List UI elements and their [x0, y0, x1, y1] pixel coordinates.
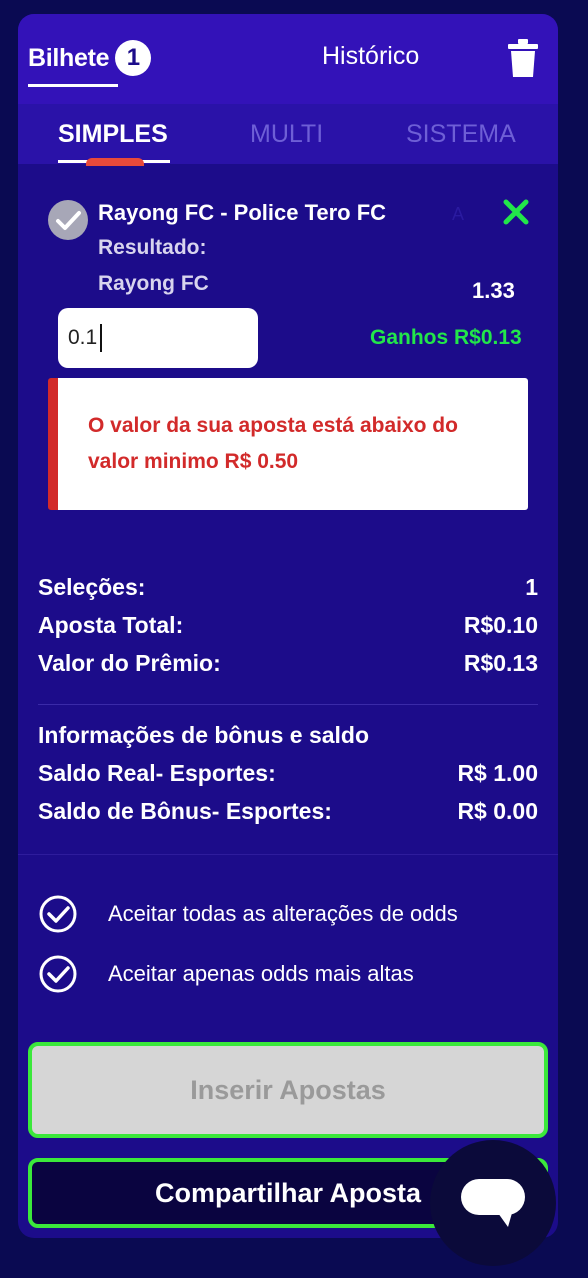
active-tab-underline: [28, 84, 118, 87]
bet-slip-header: Bilhete 1 Histórico: [18, 14, 558, 104]
min-stake-alert: O valor da sua aposta está abaixo do val…: [48, 378, 528, 510]
insert-bets-button[interactable]: Inserir Apostas: [28, 1042, 548, 1138]
saldo-bonus-row: Saldo de Bônus- Esportes: R$ 0.00: [38, 798, 538, 825]
bonus-info-header: Informações de bônus e saldo: [38, 722, 538, 749]
selecoes-value: 1: [525, 574, 538, 600]
chat-button[interactable]: [430, 1140, 556, 1266]
summary-selecoes: Seleções: 1: [38, 574, 538, 601]
accept-higher-odds-option[interactable]: Aceitar apenas odds mais altas: [38, 954, 414, 994]
saldo-real-row: Saldo Real- Esportes: R$ 1.00: [38, 760, 538, 787]
saldo-bonus-label: Saldo de Bônus- Esportes:: [38, 798, 332, 824]
tab-sistema[interactable]: SISTEMA: [406, 120, 516, 149]
divider: [18, 854, 558, 855]
checkbox-checked-icon[interactable]: [38, 954, 78, 994]
valor-premio-label: Valor do Prêmio:: [38, 650, 221, 676]
accept-higher-odds-label: Aceitar apenas odds mais altas: [108, 961, 414, 986]
tab-bilhete-label: Bilhete: [28, 43, 110, 72]
bet-type-tabs: SIMPLES MULTI SISTEMA: [18, 104, 558, 164]
aposta-total-label: Aposta Total:: [38, 612, 184, 638]
divider: [38, 704, 538, 705]
saldo-bonus-value: R$ 0.00: [457, 798, 538, 824]
bet-slip-panel: Bilhete 1 Histórico SIMPLES MULTI SISTEM…: [18, 14, 558, 1238]
checkbox-checked-icon[interactable]: [38, 894, 78, 934]
text-caret: [100, 324, 102, 352]
valor-premio-value: R$0.13: [463, 650, 538, 676]
selection-name: Rayong FC: [98, 272, 209, 295]
check-circle-icon: [48, 200, 88, 240]
accept-all-odds-label: Aceitar todas as alterações de odds: [108, 901, 458, 926]
selecoes-label: Seleções:: [38, 574, 146, 600]
tab-simples[interactable]: SIMPLES: [58, 120, 168, 149]
chat-icon: [461, 1179, 525, 1227]
match-marker: A: [452, 204, 465, 224]
market-label: Resultado:: [98, 236, 207, 259]
tab-multi[interactable]: MULTI: [250, 120, 323, 149]
trash-icon[interactable]: [508, 38, 538, 78]
stake-input[interactable]: [58, 308, 258, 368]
alert-message: O valor da sua aposta está abaixo do val…: [88, 414, 458, 473]
close-icon[interactable]: [502, 198, 530, 226]
tab-bilhete[interactable]: Bilhete 1: [28, 40, 152, 76]
aposta-total-value: R$0.10: [463, 612, 538, 638]
saldo-real-value: R$ 1.00: [457, 760, 538, 786]
bonus-info-label: Informações de bônus e saldo: [38, 722, 370, 748]
bilhete-count-badge: 1: [115, 40, 152, 76]
potential-gains: Ganhos R$0.13: [370, 326, 522, 349]
summary-aposta-total: Aposta Total: R$0.10: [38, 612, 538, 639]
summary-valor-premio: Valor do Prêmio: R$0.13: [38, 650, 538, 677]
odds-value: 1.33: [472, 278, 515, 303]
subtab-indicator: [86, 158, 144, 166]
match-name: Rayong FC - Police Tero FC: [98, 200, 387, 225]
tab-historico[interactable]: Histórico: [322, 42, 419, 71]
saldo-real-label: Saldo Real- Esportes:: [38, 760, 276, 786]
accept-all-odds-option[interactable]: Aceitar todas as alterações de odds: [38, 894, 458, 934]
